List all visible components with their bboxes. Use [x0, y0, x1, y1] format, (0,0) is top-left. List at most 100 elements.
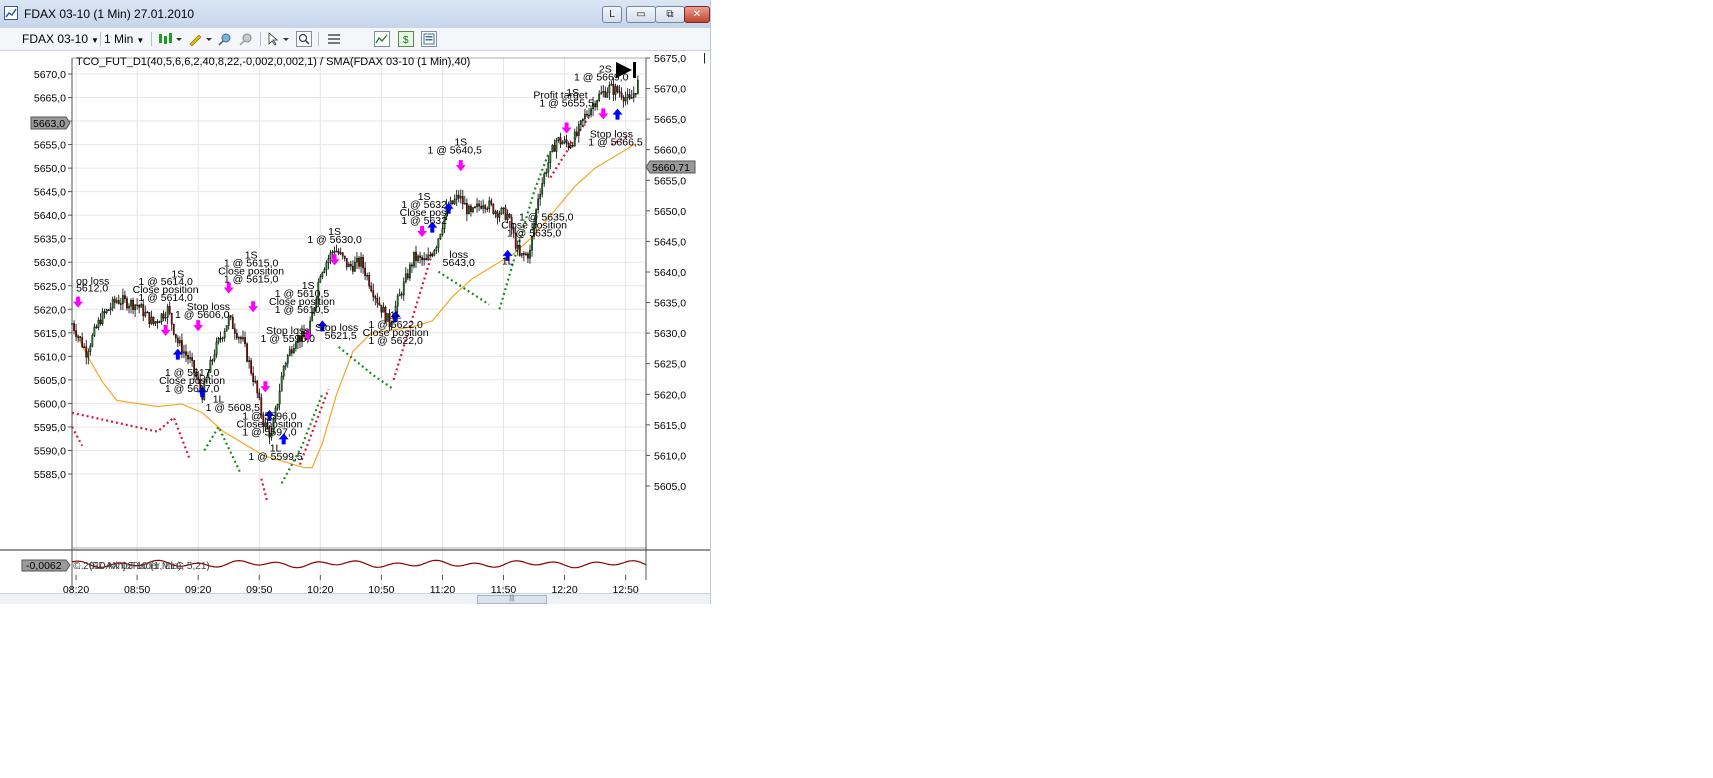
x-tick-label: 12:20 [551, 584, 577, 593]
candle-body [248, 360, 250, 362]
candle [284, 361, 287, 371]
candle [557, 136, 560, 143]
candle-body [415, 251, 417, 261]
toolbar-separator [260, 32, 261, 46]
candle [498, 210, 501, 223]
chart-properties-icon[interactable] [374, 31, 390, 47]
candle [215, 337, 218, 358]
candle-body [111, 298, 114, 309]
cursor-icon[interactable] [266, 31, 292, 47]
candle-body [423, 258, 426, 261]
candle-body [378, 302, 381, 306]
trade-annotation: 1 @ 5614,0 [138, 292, 193, 304]
money-icon[interactable]: $ [398, 31, 414, 47]
candle [358, 255, 360, 270]
right-tick-label: 5615,0 [654, 420, 686, 432]
candle [282, 365, 285, 380]
candle [435, 245, 438, 255]
candle-body [152, 316, 155, 324]
candle-body [453, 199, 456, 204]
left-tick-label: 5585,0 [34, 469, 66, 481]
candle-body [323, 269, 326, 273]
maximize-button[interactable]: ⧉ [655, 6, 685, 23]
trade-annotation: 1 @ 5630,0 [307, 234, 362, 246]
left-tick-label: 5640,0 [34, 210, 66, 222]
candle [480, 200, 483, 210]
candle-body [439, 233, 442, 240]
candle-body [128, 305, 130, 309]
candle [250, 358, 253, 376]
candle-body [258, 392, 261, 399]
candle-body [215, 341, 218, 356]
title-bar[interactable]: FDAX 03-10 (1 Min) 27.01.2010 L ▭ ⧉ ✕ [0, 0, 710, 29]
candle [164, 311, 167, 322]
candle-body [138, 304, 141, 308]
right-tick-label: 5665,0 [654, 114, 686, 126]
candle-body [478, 203, 480, 207]
close-button[interactable]: ✕ [684, 6, 710, 23]
candle-body [107, 309, 110, 312]
candle [561, 140, 564, 145]
candle-body [79, 336, 82, 338]
candle-body [168, 306, 171, 314]
candle-body [331, 251, 334, 254]
candle [404, 267, 407, 284]
candle-body [537, 198, 540, 210]
pencil-icon[interactable] [187, 31, 213, 47]
candle-body [559, 137, 562, 145]
candle [606, 87, 609, 98]
minimize-button[interactable]: ▭ [626, 6, 656, 23]
candle-body [425, 258, 428, 261]
candle-body [382, 306, 385, 313]
candle-body [229, 315, 232, 318]
candle-body [286, 355, 289, 364]
candle-body [160, 313, 163, 323]
zoom-icon[interactable] [296, 31, 312, 47]
add-indicator-icon[interactable] [217, 31, 233, 47]
candle [516, 240, 519, 256]
candle [223, 328, 226, 342]
candle [341, 251, 344, 260]
candle-body [325, 262, 328, 270]
candle [138, 304, 141, 314]
candle-body [545, 171, 548, 174]
candlestick-chart-icon[interactable] [157, 31, 183, 47]
templates-icon[interactable] [421, 31, 437, 47]
candle-body [136, 304, 139, 307]
x-tick-label: 11:20 [430, 584, 456, 593]
x-tick-label: 09:50 [246, 584, 272, 593]
instrument-selector[interactable]: FDAX 03-10 ▼ [22, 31, 99, 47]
candle-body [185, 351, 187, 356]
candle-body [242, 337, 244, 340]
horizontal-scrollbar[interactable]: ||| [0, 593, 710, 604]
window-title: FDAX 03-10 (1 Min) 27.01.2010 [24, 7, 195, 21]
candle-body [356, 257, 358, 263]
candle [476, 197, 478, 213]
trade-annotation: 5643,0 [443, 257, 475, 269]
candle [579, 119, 582, 130]
candle [83, 343, 86, 349]
candle [539, 188, 542, 206]
candle-body [457, 194, 460, 199]
link-button[interactable]: L [602, 6, 622, 23]
scrollbar-thumb[interactable]: ||| [477, 595, 547, 604]
candle [455, 189, 458, 206]
candle [85, 339, 88, 365]
candle-body [590, 108, 592, 116]
data-series-icon[interactable] [326, 31, 342, 47]
interval-selector[interactable]: 1 Min ▼ [104, 31, 144, 47]
candle [598, 90, 601, 102]
candle-body [73, 323, 75, 331]
trade-annotation: 1 @ 5632 [401, 215, 447, 227]
chart-window: FDAX 03-10 (1 Min) 27.01.2010 L ▭ ⧉ ✕ FD… [0, 0, 711, 604]
sell-arrow-icon [73, 296, 84, 308]
candle [413, 251, 415, 269]
chevron-down-icon: ▼ [91, 36, 99, 45]
candle [378, 296, 381, 306]
candle-body [83, 346, 86, 349]
candle [594, 100, 596, 111]
price-chart[interactable]: op loss5612,01S1 @ 5614,0Close position1… [0, 50, 710, 593]
strategy-icon[interactable] [238, 31, 254, 47]
instrument-label: FDAX 03-10 [22, 32, 89, 46]
sell-arrow-icon [193, 320, 204, 332]
